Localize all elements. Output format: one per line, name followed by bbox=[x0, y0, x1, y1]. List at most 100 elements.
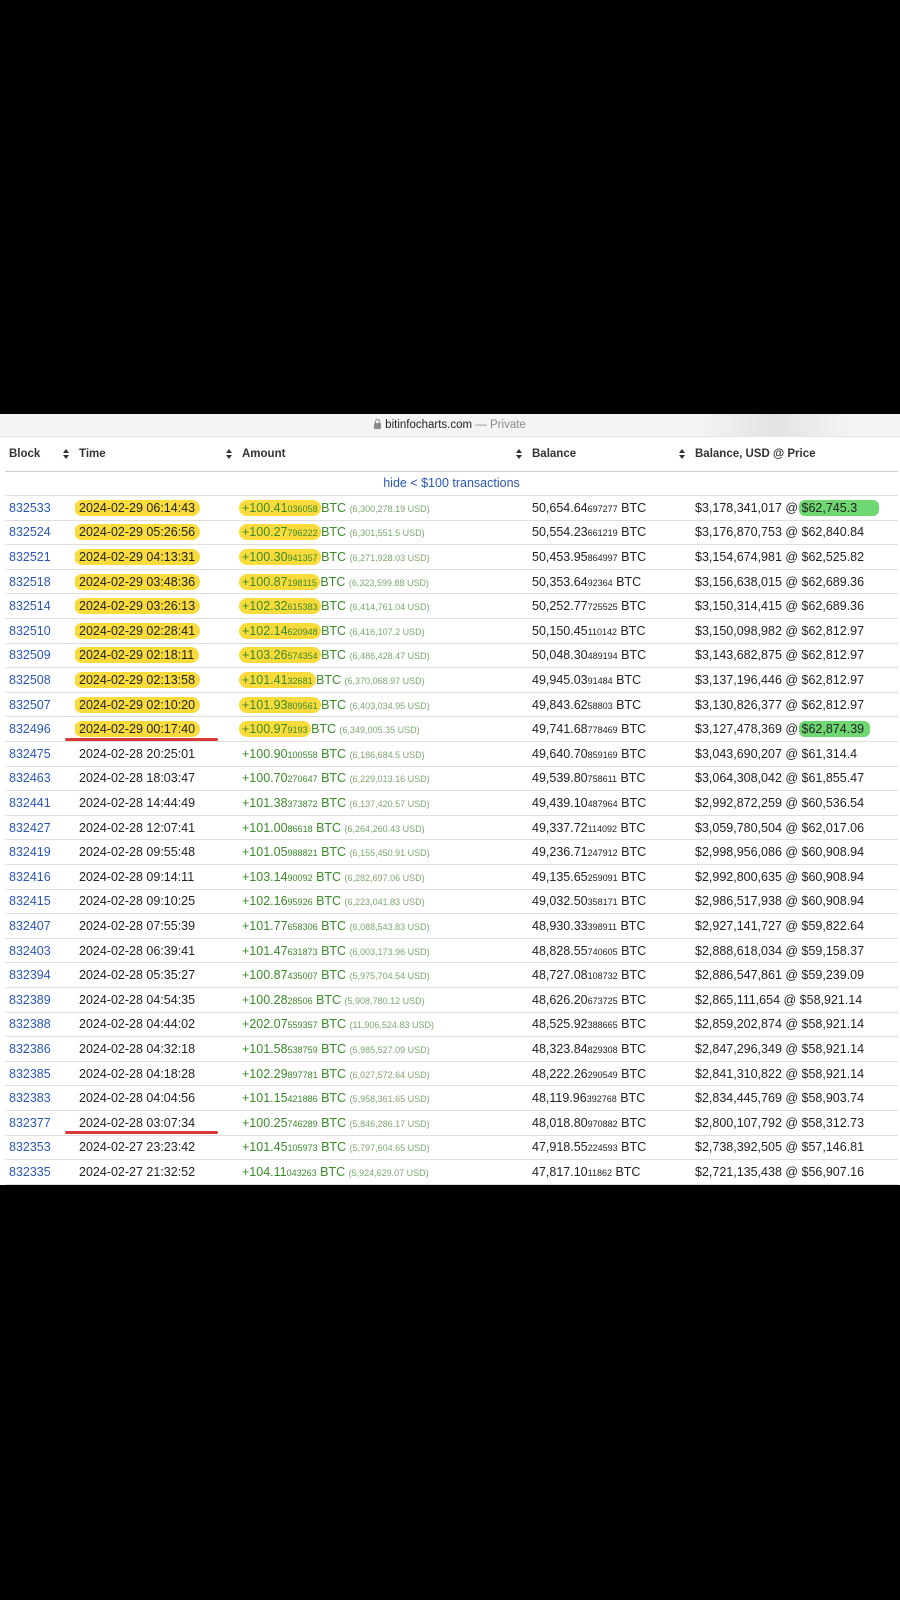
balance-usd-cell: $3,143,682,875 @ $62,812.97 bbox=[691, 643, 898, 669]
site-domain: bitinfocharts.com bbox=[385, 419, 473, 431]
time-cell: 2024-02-27 21:32:52 bbox=[75, 1159, 238, 1185]
balance-usd-value: $2,888,618,034 @ $59,158.37 bbox=[695, 943, 865, 958]
time-value: 2024-02-28 09:10:25 bbox=[79, 894, 196, 909]
header-amount[interactable]: Amount bbox=[238, 437, 528, 472]
amount-highlight: +100.87198115 bbox=[239, 573, 320, 590]
amount-unit: BTC bbox=[321, 697, 347, 712]
balance-unit: BTC bbox=[620, 820, 646, 835]
block-link[interactable]: 832386 bbox=[9, 1042, 51, 1056]
time-cell: 2024-02-29 04:13:31 bbox=[75, 544, 238, 570]
block-link[interactable]: 832389 bbox=[9, 993, 51, 1007]
balance-usd-value: $3,178,341,017 @ $62,745.3 bbox=[695, 499, 880, 516]
balance-unit: BTC bbox=[621, 894, 647, 909]
amount-cell: +101.15421886 BTC (5,958,361.65 USD) bbox=[238, 1085, 528, 1111]
amount-cell: +103.26574354 BTC (6,486,428.47 USD) bbox=[238, 643, 528, 669]
sort-icon[interactable] bbox=[226, 449, 233, 459]
table-row: 832441 2024-02-28 14:44:49 +101.38373872 B… bbox=[5, 790, 898, 816]
amount-usd: (6,271,928.03 USD) bbox=[349, 553, 430, 564]
block-link[interactable]: 832508 bbox=[9, 673, 51, 687]
table-row: 832415 2024-02-28 09:10:25 +102.1695926 BT… bbox=[5, 889, 898, 915]
block-link[interactable]: 832518 bbox=[9, 575, 51, 589]
time-value: 2024-02-29 04:13:31 bbox=[75, 549, 201, 566]
address-bar[interactable]: bitinfocharts.com — Private bbox=[0, 414, 900, 437]
time-cell: 2024-02-28 07:55:39 bbox=[75, 913, 238, 939]
time-value: 2024-02-28 12:07:41 bbox=[79, 820, 196, 835]
amount-cell: +101.77658306 BTC (6,088,543.83 USD) bbox=[238, 913, 528, 939]
amount-usd: (6,264,260.43 USD) bbox=[344, 823, 425, 834]
header-balance[interactable]: Balance bbox=[528, 437, 691, 472]
balance-cell: 48,119.96392768 BTC bbox=[528, 1085, 691, 1111]
block-link[interactable]: 832353 bbox=[9, 1140, 51, 1154]
time-value: 2024-02-29 03:26:13 bbox=[75, 598, 201, 615]
balance-main: 50,150.45 bbox=[532, 623, 588, 638]
balance-main: 48,119.96 bbox=[532, 1091, 587, 1106]
block-link[interactable]: 832533 bbox=[9, 501, 51, 515]
amount-highlight: +101.47631873 bbox=[242, 944, 318, 958]
time-value: 2024-02-27 23:23:42 bbox=[79, 1140, 196, 1155]
block-link[interactable]: 832496 bbox=[9, 722, 51, 736]
amount-small: 90092 bbox=[287, 872, 313, 883]
header-time[interactable]: Time bbox=[75, 437, 238, 472]
balance-usd-value: $3,150,098,982 @ $62,812.97 bbox=[695, 623, 865, 638]
balance-small: 487964 bbox=[587, 799, 618, 810]
header-block-label: Block bbox=[9, 447, 41, 460]
sort-icon[interactable] bbox=[63, 449, 70, 459]
amount-small: 435007 bbox=[287, 971, 318, 982]
balance-main: 50,654.64 bbox=[532, 500, 588, 515]
sort-icon[interactable] bbox=[516, 449, 523, 459]
block-cell: 832386 bbox=[5, 1036, 75, 1062]
block-link[interactable]: 832521 bbox=[9, 550, 51, 564]
amount-usd: (6,003,173.96 USD) bbox=[349, 946, 430, 957]
block-link[interactable]: 832385 bbox=[9, 1067, 51, 1081]
amount-main: +104.11 bbox=[242, 1164, 287, 1179]
balance-unit: BTC bbox=[616, 574, 642, 589]
time-cell: 2024-02-28 04:32:18 bbox=[75, 1036, 238, 1062]
block-link[interactable]: 832441 bbox=[9, 796, 51, 810]
amount-cell: +101.58538759 BTC (5,985,527.09 USD) bbox=[238, 1036, 528, 1062]
time-value: 2024-02-29 02:28:41 bbox=[75, 622, 201, 639]
balance-usd-cell: $3,178,341,017 @ $62,745.3 bbox=[691, 495, 898, 521]
balance-cell: 48,727.08108732 BTC bbox=[528, 962, 691, 988]
balance-usd-cell: $3,043,690,207 @ $61,314.4 bbox=[691, 741, 898, 767]
block-link[interactable]: 832463 bbox=[9, 771, 51, 785]
balance-small: 108732 bbox=[587, 971, 618, 982]
block-link[interactable]: 832388 bbox=[9, 1017, 51, 1031]
block-link[interactable]: 832510 bbox=[9, 624, 51, 638]
sort-icon[interactable] bbox=[679, 449, 686, 459]
block-link[interactable]: 832475 bbox=[9, 747, 51, 761]
block-link[interactable]: 832509 bbox=[9, 648, 51, 662]
header-balance-usd[interactable]: Balance, USD @ Price bbox=[691, 437, 898, 472]
amount-highlight: +103.1490092 bbox=[242, 870, 313, 884]
block-link[interactable]: 832514 bbox=[9, 599, 51, 613]
balance-cell: 50,252.77725525 BTC bbox=[528, 593, 691, 620]
block-link[interactable]: 832507 bbox=[9, 698, 51, 712]
amount-unit: BTC bbox=[311, 722, 337, 737]
amount-unit: BTC bbox=[321, 623, 347, 638]
time-value: 2024-02-29 00:17:40 bbox=[75, 721, 201, 738]
hide-small-transactions-link[interactable]: hide < $100 transactions bbox=[383, 476, 520, 490]
amount-highlight: +102.29897781 bbox=[242, 1067, 318, 1081]
amount-main: +100.30 bbox=[242, 550, 288, 565]
block-link[interactable]: 832407 bbox=[9, 919, 51, 933]
balance-main: 50,048.30 bbox=[532, 648, 588, 663]
block-link[interactable]: 832394 bbox=[9, 968, 51, 982]
block-link[interactable]: 832383 bbox=[9, 1091, 51, 1105]
balance-usd-value: $2,841,310,822 @ $58,921.14 bbox=[695, 1066, 865, 1081]
header-block[interactable]: Block bbox=[5, 437, 75, 472]
block-link[interactable]: 832427 bbox=[9, 821, 51, 835]
block-link[interactable]: 832403 bbox=[9, 944, 51, 958]
balance-usd-value: $3,156,638,015 @ $62,689.36 bbox=[695, 574, 865, 589]
table-row: 832416 2024-02-28 09:14:11 +103.1490092 BT… bbox=[5, 864, 898, 890]
balance-usd-cell: $3,130,826,377 @ $62,812.97 bbox=[691, 692, 898, 718]
block-link[interactable]: 832419 bbox=[9, 845, 51, 859]
balance-main: 49,843.62 bbox=[532, 697, 588, 712]
block-link[interactable]: 832524 bbox=[9, 525, 51, 539]
block-link[interactable]: 832416 bbox=[9, 870, 51, 884]
block-link[interactable]: 832335 bbox=[9, 1165, 51, 1179]
block-link[interactable]: 832415 bbox=[9, 894, 51, 908]
balance-usd-value: $2,859,202,874 @ $58,921.14 bbox=[695, 1017, 865, 1032]
block-link[interactable]: 832377 bbox=[9, 1116, 51, 1130]
time-cell: 2024-02-29 02:28:41 bbox=[75, 618, 238, 644]
amount-highlight: +101.38373872 bbox=[242, 796, 318, 810]
amount-small: 615383 bbox=[287, 602, 318, 613]
